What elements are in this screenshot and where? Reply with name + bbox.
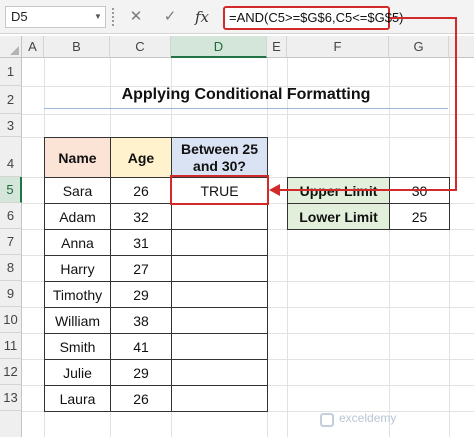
watermark: exceldemy bbox=[339, 411, 397, 425]
watermark-logo-icon bbox=[320, 413, 334, 427]
callout-arrow bbox=[269, 17, 457, 196]
